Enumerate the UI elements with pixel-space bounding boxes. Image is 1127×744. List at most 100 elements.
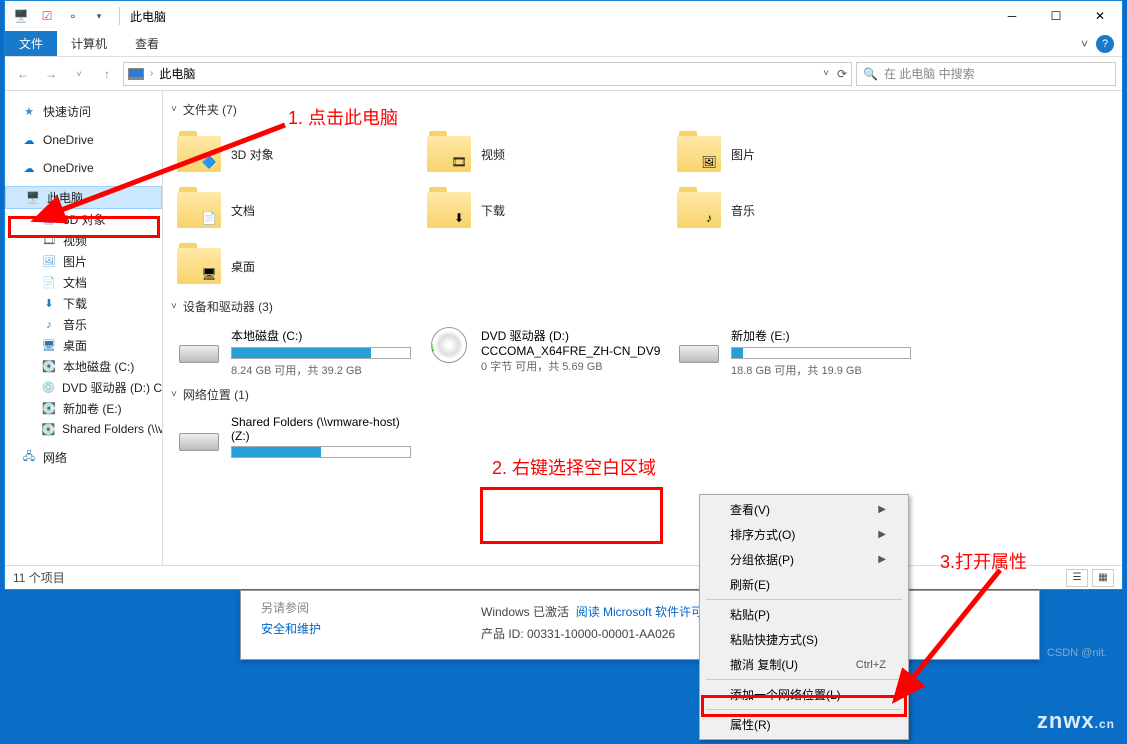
qat-dropdown-icon[interactable]: ▾ bbox=[89, 6, 109, 26]
folder-tile[interactable]: 📄文档 bbox=[171, 182, 421, 238]
address-text[interactable]: 此电脑 bbox=[159, 65, 195, 82]
sidebar-onedrive-1[interactable]: ☁OneDrive bbox=[5, 130, 162, 150]
folder-icon: 🖼 bbox=[677, 136, 721, 172]
sidebar-quick-access[interactable]: ★快速访问 bbox=[5, 101, 162, 122]
sidebar-network[interactable]: 🖧网络 bbox=[5, 447, 162, 468]
submenu-arrow-icon: ▶ bbox=[878, 529, 886, 540]
context-menu: 查看(V)▶排序方式(O)▶分组依据(P)▶刷新(E) 粘贴(P) 粘贴快捷方式(S… bbox=[699, 494, 909, 740]
sidebar-shared-folders[interactable]: 💽Shared Folders (\\vmware-host) (Z:) bbox=[5, 419, 162, 439]
group-folders[interactable]: ˅文件夹 (7) bbox=[171, 101, 1114, 118]
dvd-icon bbox=[431, 327, 467, 363]
sidebar-music[interactable]: ♪音乐 bbox=[5, 314, 162, 335]
context-menu-item[interactable]: 分组依据(P)▶ bbox=[702, 547, 906, 572]
nav-pane: ★快速访问 ☁OneDrive ☁OneDrive 🖥️此电脑 ▣3D 对象 🎞… bbox=[5, 91, 163, 565]
folder-tile[interactable]: ⬇下载 bbox=[421, 182, 671, 238]
ribbon: 文件 计算机 查看 ˅ ? bbox=[5, 31, 1122, 57]
sidebar-drive-e[interactable]: 💽新加卷 (E:) bbox=[5, 398, 162, 419]
sidebar-downloads[interactable]: ⬇下载 bbox=[5, 293, 162, 314]
context-menu-item[interactable]: 粘贴(P) bbox=[702, 602, 906, 627]
ribbon-tab-view[interactable]: 查看 bbox=[121, 31, 173, 56]
drive-sub: 8.24 GB 可用，共 39.2 GB bbox=[231, 362, 415, 378]
refresh-icon[interactable]: ⟳ bbox=[837, 67, 847, 81]
nav-back-button[interactable]: ← bbox=[11, 62, 35, 86]
sidebar-this-pc[interactable]: 🖥️此电脑 bbox=[5, 186, 162, 209]
context-menu-item[interactable]: 排序方式(O)▶ bbox=[702, 522, 906, 547]
nav-up-button[interactable]: ↑ bbox=[95, 62, 119, 86]
sidebar-documents[interactable]: 📄文档 bbox=[5, 272, 162, 293]
chevron-down-icon[interactable]: ˅ bbox=[171, 104, 177, 115]
drive-tile[interactable]: Shared Folders (\\vmware-host) (Z:) bbox=[171, 411, 421, 465]
folder-tile[interactable]: 🎞视频 bbox=[421, 126, 671, 182]
help-icon[interactable]: ? bbox=[1096, 35, 1114, 53]
folder-tile[interactable]: 🖼图片 bbox=[671, 126, 921, 182]
system-panel: 另请参阅 安全和维护 Windows 已激活 阅读 Microsoft 软件许可… bbox=[240, 590, 1040, 660]
ribbon-expand-icon[interactable]: ˅ bbox=[1081, 37, 1088, 51]
nav-recent-dropdown[interactable]: ˅ bbox=[67, 62, 91, 86]
group-network[interactable]: ˅网络位置 (1) bbox=[171, 386, 1114, 403]
context-menu-item[interactable]: 查看(V)▶ bbox=[702, 497, 906, 522]
content-pane[interactable]: ˅文件夹 (7) 🔷3D 对象🎞视频🖼图片 📄文档⬇下载♪音乐 🖥桌面 ˅设备和驱动… bbox=[163, 91, 1122, 565]
search-placeholder: 在 此电脑 中搜索 bbox=[884, 65, 975, 82]
sidebar-onedrive-2[interactable]: ☁OneDrive bbox=[5, 158, 162, 178]
context-menu-item[interactable]: 粘贴快捷方式(S) bbox=[702, 627, 906, 652]
chevron-down-icon[interactable]: ˅ bbox=[171, 389, 177, 400]
breadcrumb-chevron-icon[interactable]: › bbox=[150, 68, 153, 79]
drive-sub: 18.8 GB 可用，共 19.9 GB bbox=[731, 362, 915, 378]
drive-tile[interactable]: DVD 驱动器 (D:)CCCOMA_X64FRE_ZH-CN_DV90 字节 … bbox=[421, 323, 671, 382]
navigation-bar: ← → ˅ ↑ › 此电脑 ˅ ⟳ 🔍 在 此电脑 中搜索 bbox=[5, 57, 1122, 91]
ribbon-tab-computer[interactable]: 计算机 bbox=[57, 31, 121, 56]
sidebar-desktop[interactable]: 🖥桌面 bbox=[5, 335, 162, 356]
group-drives[interactable]: ˅设备和驱动器 (3) bbox=[171, 298, 1114, 315]
chevron-down-icon[interactable]: ˅ bbox=[171, 301, 177, 312]
menu-separator bbox=[706, 679, 902, 680]
hdd-icon bbox=[679, 345, 719, 363]
context-menu-item[interactable]: 添加一个网络位置(L) bbox=[702, 682, 906, 707]
drive-tile[interactable]: 本地磁盘 (C:)8.24 GB 可用，共 39.2 GB bbox=[171, 323, 421, 382]
view-icons-button[interactable]: ▦ bbox=[1092, 569, 1114, 587]
drive-name: Shared Folders (\\vmware-host) (Z:) bbox=[231, 415, 415, 443]
search-box[interactable]: 🔍 在 此电脑 中搜索 bbox=[856, 62, 1116, 86]
submenu-arrow-icon: ▶ bbox=[878, 554, 886, 565]
network-tiles: Shared Folders (\\vmware-host) (Z:) bbox=[171, 411, 1114, 465]
sidebar-3d-objects[interactable]: ▣3D 对象 bbox=[5, 209, 162, 230]
maximize-button[interactable]: ☐ bbox=[1034, 1, 1078, 31]
sidebar-drive-d[interactable]: 💿DVD 驱动器 (D:) CCCOMA_X64FRE_ZH-CN_DV9 bbox=[5, 377, 162, 398]
folder-icon: 📄 bbox=[177, 192, 221, 228]
ribbon-file-tab[interactable]: 文件 bbox=[5, 31, 57, 56]
film-icon: 🎞 bbox=[41, 233, 57, 249]
product-id-text: 产品 ID: 00331-10000-00001-AA026 bbox=[481, 625, 675, 642]
minimize-button[interactable]: ─ bbox=[990, 1, 1034, 31]
hdd-icon: 💽 bbox=[41, 401, 57, 417]
close-button[interactable]: ✕ bbox=[1078, 1, 1122, 31]
pc-icon: 🖥️ bbox=[25, 190, 41, 206]
sidebar-videos[interactable]: 🎞视频 bbox=[5, 230, 162, 251]
folder-tile[interactable]: ♪音乐 bbox=[671, 182, 921, 238]
folder-tile[interactable]: 🔷3D 对象 bbox=[171, 126, 421, 182]
address-dropdown-icon[interactable]: ˅ bbox=[823, 68, 829, 79]
qat-new-folder-icon[interactable]: ▫ bbox=[63, 6, 83, 26]
context-menu-item[interactable]: 属性(R) bbox=[702, 712, 906, 737]
storage-bar bbox=[731, 347, 911, 359]
hdd-icon bbox=[179, 433, 219, 451]
star-icon: ★ bbox=[21, 104, 37, 120]
drive-tile[interactable]: 新加卷 (E:)18.8 GB 可用，共 19.9 GB bbox=[671, 323, 921, 382]
folder-tile[interactable]: 🖥桌面 bbox=[171, 238, 421, 294]
sidebar-pictures[interactable]: 🖼图片 bbox=[5, 251, 162, 272]
menu-item-label: 属性(R) bbox=[730, 716, 771, 733]
qat-properties-icon[interactable]: ☑ bbox=[37, 6, 57, 26]
folder-icon: ♪ bbox=[677, 192, 721, 228]
context-menu-item[interactable]: 撤消 复制(U) Ctrl+Z bbox=[702, 652, 906, 677]
shortcut-label: Ctrl+Z bbox=[856, 659, 886, 671]
app-icon: 🖥️ bbox=[11, 6, 31, 26]
folder-tiles: 🔷3D 对象🎞视频🖼图片 📄文档⬇下载♪音乐 🖥桌面 bbox=[171, 126, 1114, 294]
statusbar-text: 11 个项目 bbox=[13, 569, 65, 586]
address-bar[interactable]: › 此电脑 ˅ ⟳ bbox=[123, 62, 852, 86]
dvd-icon: 💿 bbox=[41, 380, 56, 396]
context-menu-item[interactable]: 刷新(E) bbox=[702, 572, 906, 597]
cube-icon: ▣ bbox=[41, 212, 57, 228]
sidebar-drive-c[interactable]: 💽本地磁盘 (C:) bbox=[5, 356, 162, 377]
menu-item-label: 粘贴(P) bbox=[730, 606, 770, 623]
nav-forward-button[interactable]: → bbox=[39, 62, 63, 86]
view-details-button[interactable]: ☰ bbox=[1066, 569, 1088, 587]
menu-item-label: 撤消 复制(U) bbox=[730, 656, 798, 673]
